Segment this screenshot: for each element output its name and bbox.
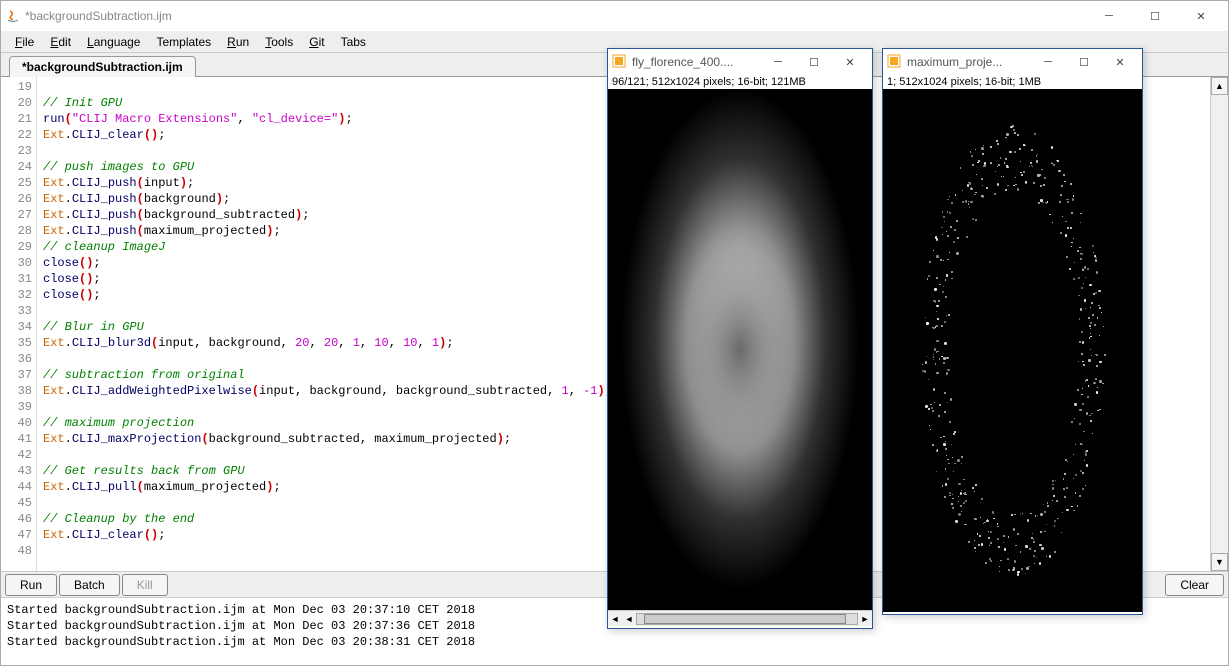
slider-track[interactable]	[636, 613, 858, 625]
slider-next-button[interactable]: ►	[858, 614, 872, 624]
img-close-button[interactable]: ✕	[1102, 50, 1138, 74]
run-button[interactable]: Run	[5, 574, 57, 596]
slider-prev2-button[interactable]: ◄	[622, 614, 636, 624]
minimize-button[interactable]: ─	[1086, 1, 1132, 31]
close-button[interactable]: ✕	[1178, 1, 1224, 31]
batch-button[interactable]: Batch	[59, 574, 120, 596]
img-close-button[interactable]: ✕	[832, 50, 868, 74]
kill-button[interactable]: Kill	[122, 574, 168, 596]
main-titlebar[interactable]: *backgroundSubtraction.ijm ─ ☐ ✕	[1, 1, 1228, 31]
vertical-scrollbar[interactable]: ▲ ▼	[1210, 77, 1228, 571]
maximize-button[interactable]: ☐	[1132, 1, 1178, 31]
image-window-title: fly_florence_400....	[632, 55, 760, 69]
image-info-line: 96/121; 512x1024 pixels; 16-bit; 121MB	[608, 75, 872, 89]
clear-button[interactable]: Clear	[1165, 574, 1224, 596]
img-minimize-button[interactable]: ─	[760, 50, 796, 74]
tab-script[interactable]: *backgroundSubtraction.ijm	[9, 56, 196, 77]
image-titlebar[interactable]: fly_florence_400....─☐✕	[608, 49, 872, 75]
menu-run[interactable]: Run	[219, 33, 257, 51]
slider-prev-button[interactable]: ◄	[608, 614, 622, 624]
menu-file[interactable]: File	[7, 33, 42, 51]
image-window-title: maximum_proje...	[907, 55, 1030, 69]
slice-slider[interactable]: ◄◄ ►	[608, 610, 872, 626]
image-titlebar[interactable]: maximum_proje...─☐✕	[883, 49, 1142, 75]
imagej-icon	[887, 54, 903, 70]
menu-git[interactable]: Git	[301, 33, 332, 51]
img-maximize-button[interactable]: ☐	[1066, 50, 1102, 74]
image-window-1[interactable]: maximum_proje...─☐✕1; 512x1024 pixels; 1…	[882, 48, 1143, 615]
image-canvas[interactable]	[883, 89, 1142, 612]
scroll-down-button[interactable]: ▼	[1211, 553, 1228, 571]
imagej-icon	[612, 54, 628, 70]
main-window-title: *backgroundSubtraction.ijm	[25, 9, 1086, 23]
menu-templates[interactable]: Templates	[148, 33, 219, 51]
slider-thumb[interactable]	[644, 614, 846, 624]
image-window-0[interactable]: fly_florence_400....─☐✕96/121; 512x1024 …	[607, 48, 873, 629]
menu-language[interactable]: Language	[79, 33, 148, 51]
menu-tools[interactable]: Tools	[257, 33, 301, 51]
scroll-up-button[interactable]: ▲	[1211, 77, 1228, 95]
img-minimize-button[interactable]: ─	[1030, 50, 1066, 74]
img-maximize-button[interactable]: ☐	[796, 50, 832, 74]
line-number-gutter: 1920212223242526272829303132333435363738…	[1, 77, 37, 571]
image-canvas[interactable]	[608, 89, 872, 610]
image-info-line: 1; 512x1024 pixels; 16-bit; 1MB	[883, 75, 1142, 89]
menu-edit[interactable]: Edit	[42, 33, 79, 51]
menu-tabs[interactable]: Tabs	[333, 33, 374, 51]
java-icon	[5, 8, 21, 24]
